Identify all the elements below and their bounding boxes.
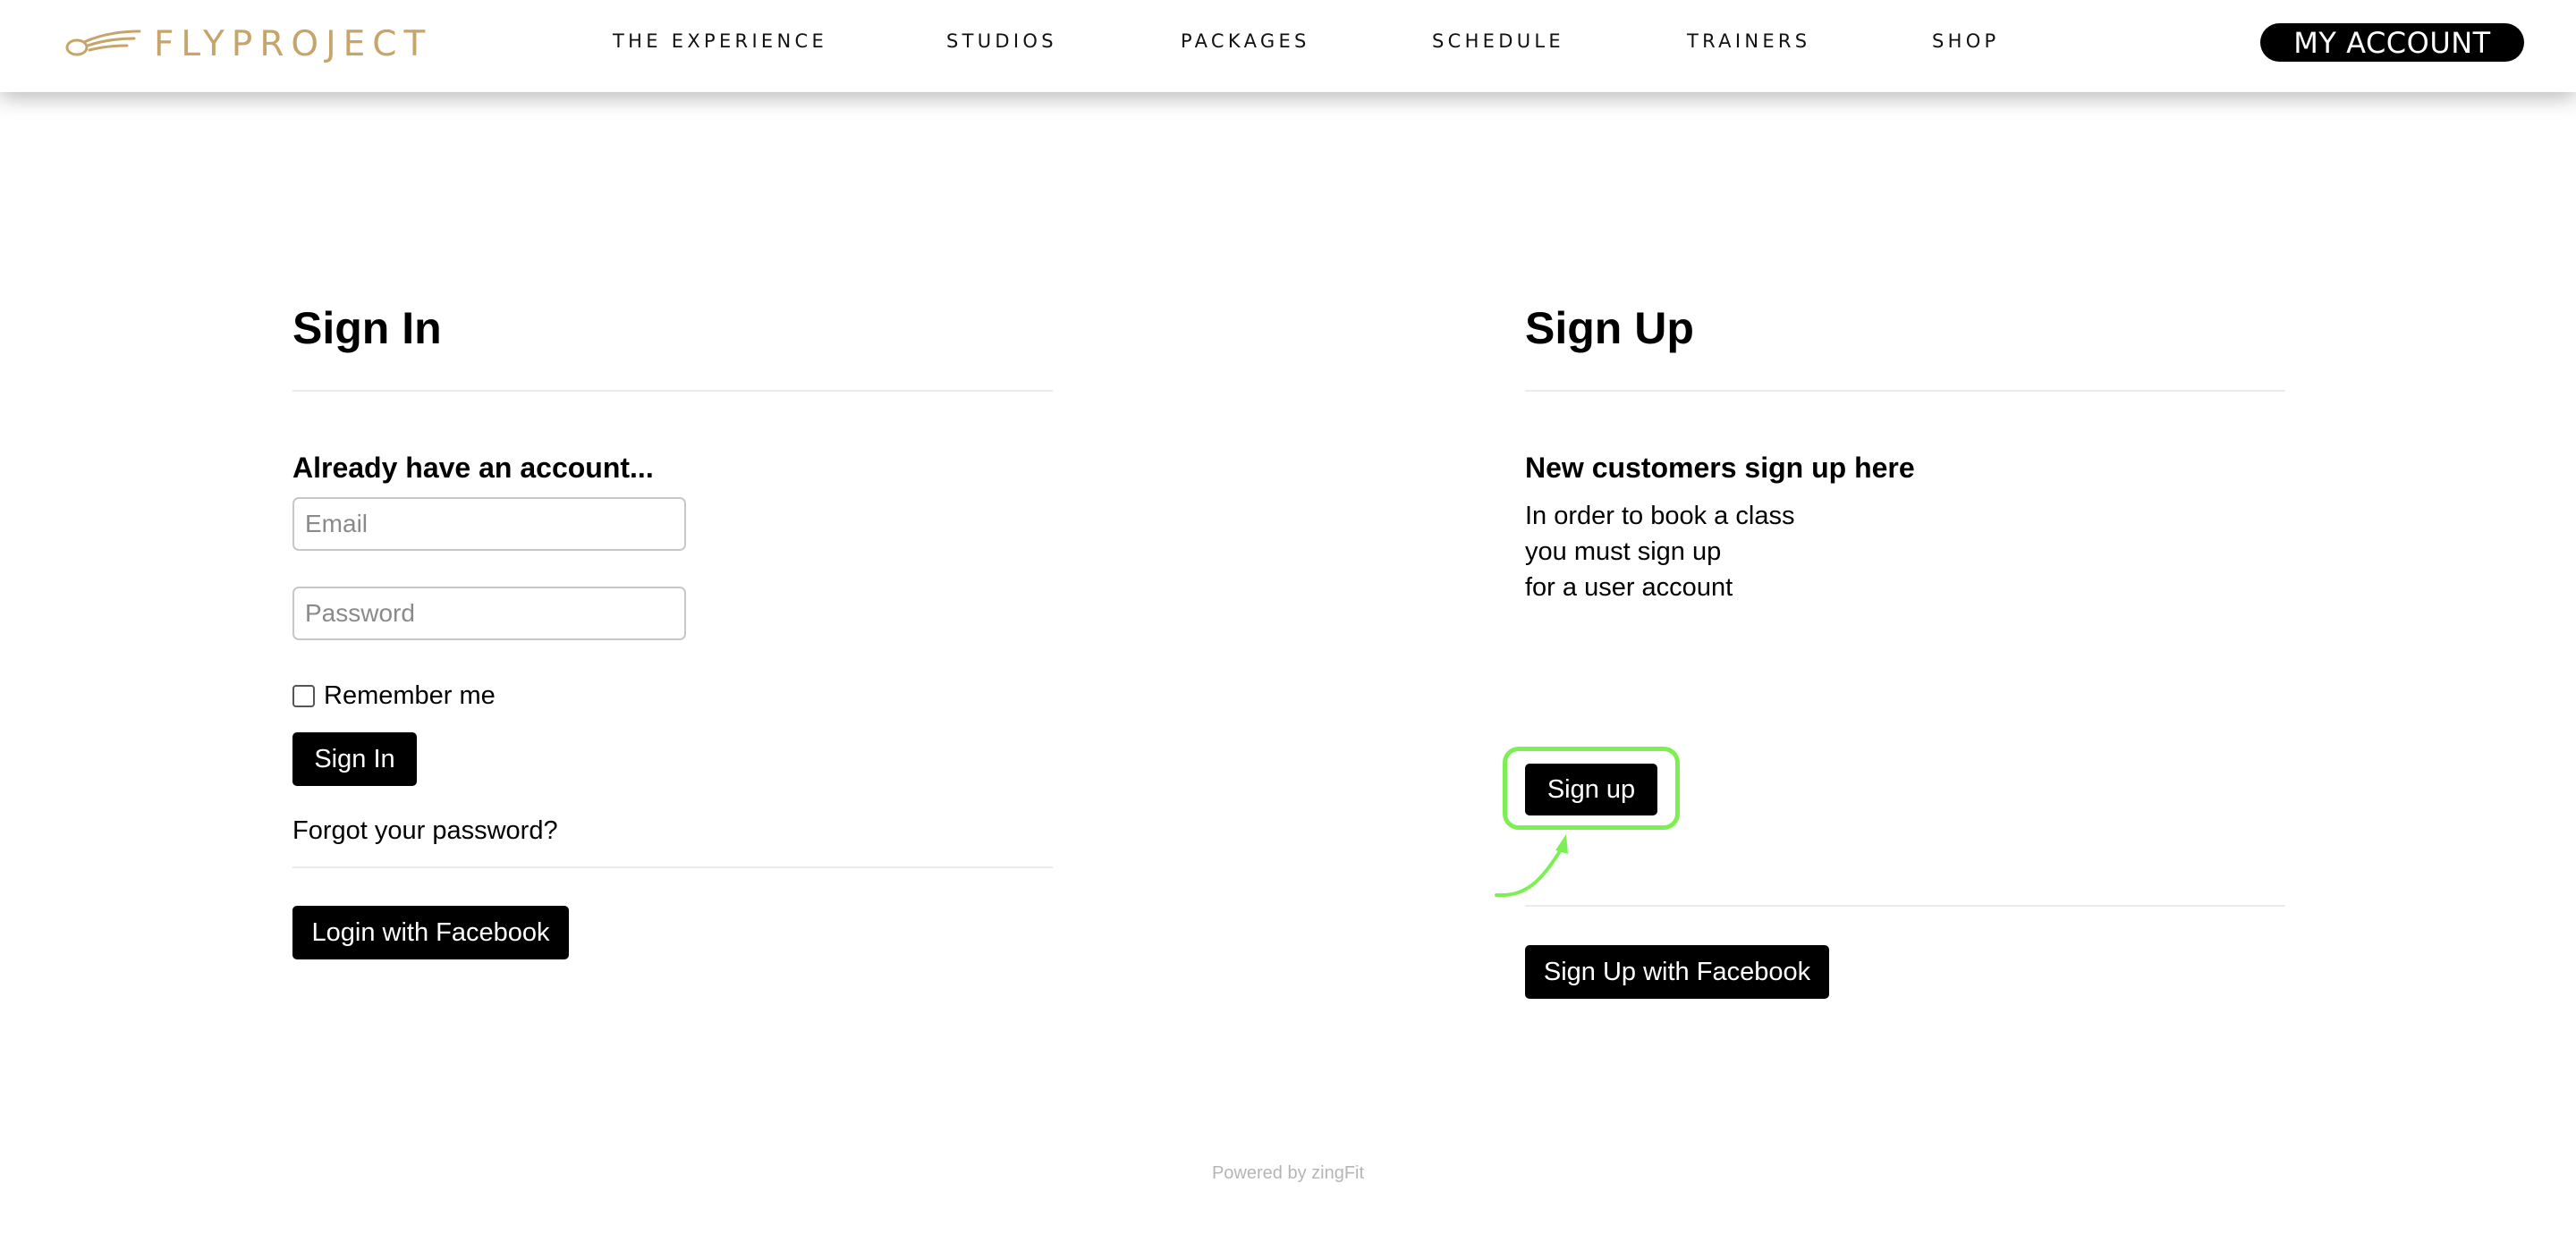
sign-in-button[interactable]: Sign In: [292, 732, 417, 786]
powered-by-footer[interactable]: Powered by zingFit: [0, 1163, 2576, 1184]
main-nav: THE EXPERIENCE STUDIOS PACKAGES SCHEDULE…: [0, 0, 2576, 89]
forgot-password-link[interactable]: Forgot your password?: [292, 816, 1053, 849]
description-line: for a user account: [1525, 573, 1733, 602]
sign-up-with-facebook-button[interactable]: Sign Up with Facebook: [1525, 945, 1829, 999]
password-field[interactable]: [292, 587, 686, 640]
site-header: FLYPROJECT THE EXPERIENCE STUDIOS PACKAG…: [0, 0, 2576, 92]
nav-item-the-experience[interactable]: THE EXPERIENCE: [613, 30, 827, 52]
divider: [1525, 905, 2285, 907]
description-line: you must sign up: [1525, 537, 1722, 566]
description-line: In order to book a class: [1525, 502, 1795, 530]
remember-me-row: Remember me: [292, 678, 1053, 714]
my-account-button[interactable]: MY ACCOUNT: [2260, 23, 2524, 62]
signup-title: Sign Up: [1525, 303, 1694, 353]
divider: [292, 390, 1053, 392]
sign-up-button[interactable]: Sign up: [1525, 764, 1657, 815]
remember-me-checkbox[interactable]: [292, 684, 315, 707]
nav-item-studios[interactable]: STUDIOS: [946, 30, 1057, 52]
email-field[interactable]: [292, 497, 686, 551]
signup-button-highlight: Sign up: [1503, 747, 1680, 830]
nav-item-shop[interactable]: SHOP: [1932, 30, 2000, 52]
signup-section: Sign Up New customers sign up here In or…: [1525, 295, 2285, 605]
signin-section: Sign In Already have an account... Remem…: [292, 295, 1053, 959]
remember-me-label[interactable]: Remember me: [324, 681, 496, 711]
nav-item-packages[interactable]: PACKAGES: [1181, 30, 1310, 52]
signin-title: Sign In: [292, 303, 442, 353]
nav-item-trainers[interactable]: TRAINERS: [1687, 30, 1810, 52]
signup-subtitle: New customers sign up here: [1525, 452, 1915, 484]
divider: [292, 866, 1053, 868]
nav-item-schedule[interactable]: SCHEDULE: [1432, 30, 1564, 52]
divider: [1525, 390, 2285, 392]
curved-arrow-icon: [1495, 834, 1568, 898]
signin-subtitle: Already have an account...: [292, 452, 654, 484]
signup-description: In order to book a class you must sign u…: [1525, 498, 2285, 605]
login-with-facebook-button[interactable]: Login with Facebook: [292, 906, 569, 959]
